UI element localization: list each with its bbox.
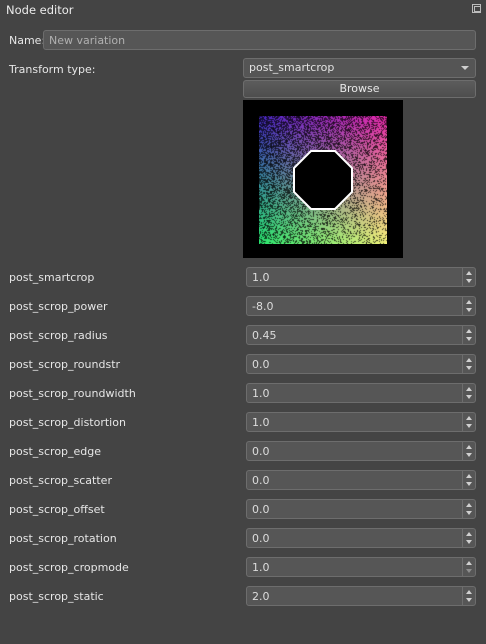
param-spinbox[interactable]: 0.0 [246,470,476,490]
param-label: post_scrop_radius [9,329,108,342]
param-label: post_scrop_power [9,300,108,313]
param-label: post_scrop_scatter [9,474,112,487]
param-spinbox[interactable]: 0.0 [246,354,476,374]
spin-up-icon[interactable] [466,474,472,478]
param-value: 0.45 [252,329,277,342]
param-value: 1.0 [252,271,270,284]
param-label: post_scrop_offset [9,503,105,516]
param-spinbox[interactable]: 0.45 [246,325,476,345]
param-label: post_scrop_static [9,590,104,603]
spin-down-icon[interactable] [466,569,472,573]
spin-down-icon[interactable] [466,366,472,370]
param-spinbox[interactable]: 1.0 [246,267,476,287]
spin-down-icon[interactable] [466,453,472,457]
param-value: 0.0 [252,532,270,545]
spin-buttons [462,587,475,605]
param-label: post_scrop_cropmode [9,561,129,574]
spin-down-icon[interactable] [466,511,472,515]
spin-buttons [462,558,475,576]
spin-up-icon[interactable] [466,590,472,594]
name-input-placeholder: New variation [49,34,126,47]
spin-buttons [462,384,475,402]
param-value: 0.0 [252,445,270,458]
transform-type-label: Transform type: [9,63,96,76]
panel-titlebar: Node editor [0,0,486,20]
param-spinbox[interactable]: 2.0 [246,586,476,606]
spin-up-icon[interactable] [466,271,472,275]
param-label: post_scrop_distortion [9,416,126,429]
param-spinbox[interactable]: 0.0 [246,441,476,461]
browse-button[interactable]: Browse [243,80,476,98]
param-spinbox[interactable]: 0.0 [246,499,476,519]
spin-down-icon[interactable] [466,424,472,428]
transform-type-value: post_smartcrop [249,61,335,74]
spin-buttons [462,297,475,315]
spin-up-icon[interactable] [466,300,472,304]
spin-buttons [462,529,475,547]
param-spinbox[interactable]: -8.0 [246,296,476,316]
param-label: post_scrop_roundstr [9,358,121,371]
param-spinbox[interactable]: 1.0 [246,557,476,577]
param-label: post_scrop_rotation [9,532,117,545]
param-spinbox[interactable]: 1.0 [246,383,476,403]
param-label: post_scrop_edge [9,445,102,458]
spin-up-icon[interactable] [466,532,472,536]
param-label: post_scrop_roundwidth [9,387,136,400]
param-value: 1.0 [252,416,270,429]
param-value: 2.0 [252,590,270,603]
spin-up-icon[interactable] [466,387,472,391]
param-value: -8.0 [252,300,274,313]
spin-buttons [462,471,475,489]
spin-buttons [462,442,475,460]
param-spinbox[interactable]: 1.0 [246,412,476,432]
preview-octagon [293,150,353,210]
undock-icon[interactable] [472,4,481,13]
spin-up-icon[interactable] [466,329,472,333]
spin-up-icon[interactable] [466,503,472,507]
name-input[interactable]: New variation [43,30,476,50]
param-value: 0.0 [252,358,270,371]
spin-up-icon[interactable] [466,416,472,420]
name-label: Name: [9,34,46,47]
panel-title: Node editor [6,3,74,17]
spin-down-icon[interactable] [466,598,472,602]
spin-down-icon[interactable] [466,540,472,544]
spin-up-icon[interactable] [466,358,472,362]
chevron-down-icon [461,66,469,70]
param-value: 1.0 [252,387,270,400]
spin-buttons [462,413,475,431]
spin-buttons [462,268,475,286]
spin-down-icon[interactable] [466,395,472,399]
param-spinbox[interactable]: 0.0 [246,528,476,548]
spin-up-icon[interactable] [466,445,472,449]
spin-buttons [462,326,475,344]
param-value: 0.0 [252,503,270,516]
spin-down-icon[interactable] [466,337,472,341]
param-value: 1.0 [252,561,270,574]
spin-down-icon[interactable] [466,308,472,312]
spin-buttons [462,500,475,518]
spin-down-icon[interactable] [466,279,472,283]
spin-down-icon[interactable] [466,482,472,486]
spin-buttons [462,355,475,373]
transform-type-select[interactable]: post_smartcrop [243,58,476,78]
param-value: 0.0 [252,474,270,487]
variation-preview [243,100,403,258]
spin-up-icon[interactable] [466,561,472,565]
param-label: post_smartcrop [9,271,95,284]
